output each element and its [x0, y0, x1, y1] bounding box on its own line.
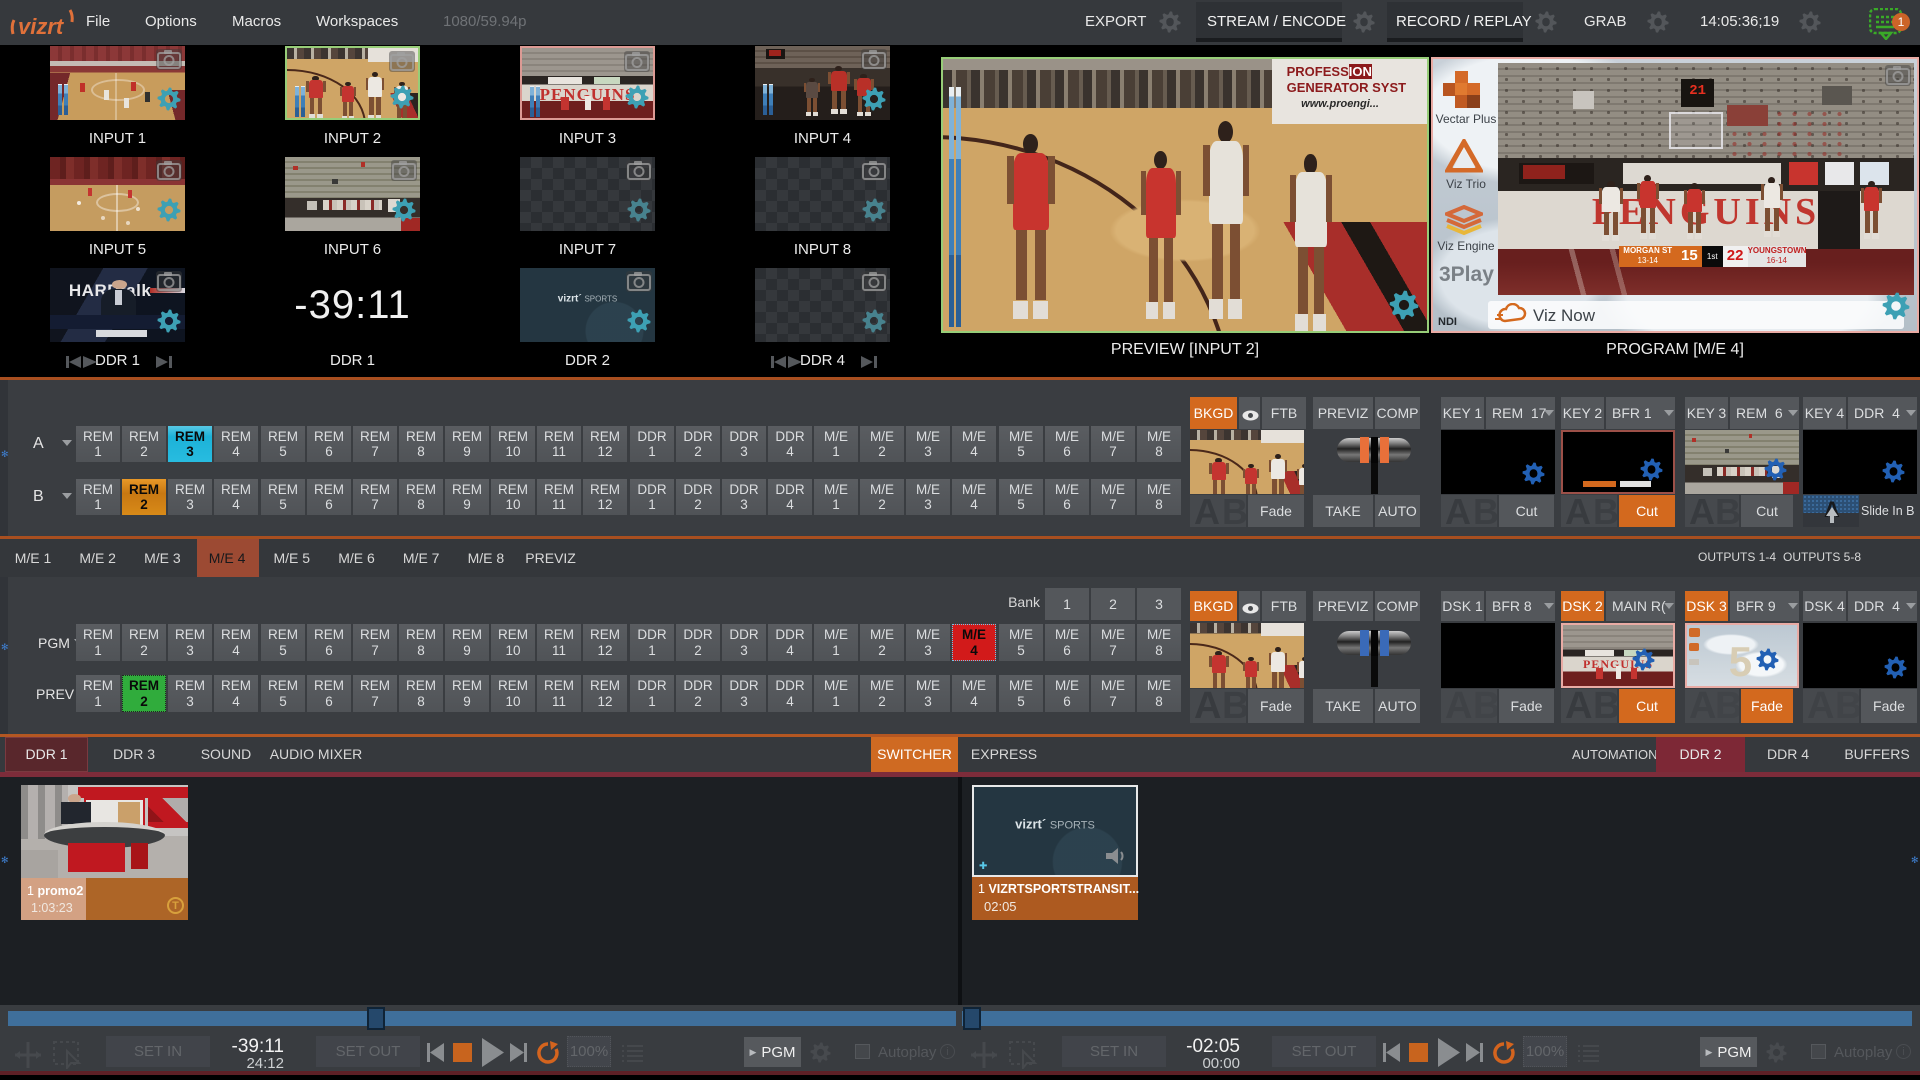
svg-text:vizrt: vizrt	[18, 14, 65, 39]
